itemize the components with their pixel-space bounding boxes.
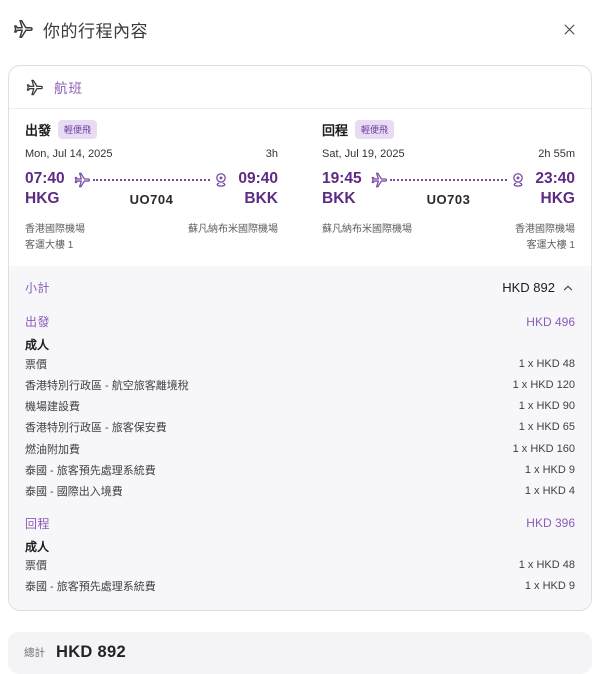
itinerary-header: 你的行程內容	[0, 0, 600, 42]
direction-label: 出發	[25, 123, 52, 138]
fee-value: 1 x HKD 9	[524, 463, 575, 476]
fee-value: 1 x HKD 9	[524, 580, 575, 593]
flight-date: Sat, Jul 19, 2025	[322, 148, 405, 160]
plane-icon	[370, 171, 388, 189]
fee-row: 香港特別行政區 - 旅客保安費 1 x HKD 65	[25, 417, 575, 438]
fee-label: 泰國 - 旅客預先處理系統費	[25, 581, 156, 594]
fee-label: 泰國 - 旅客預先處理系統費	[25, 464, 156, 477]
route-dotted-line	[92, 179, 211, 181]
flight-date: Mon, Jul 14, 2025	[25, 148, 113, 160]
subtotal-row[interactable]: 小計 HKD 892	[25, 277, 575, 300]
fee-label: 票價	[25, 358, 47, 371]
fee-row: 票價 1 x HKD 48	[25, 353, 575, 374]
fee-row: 機場建設費 1 x HKD 90	[25, 396, 575, 417]
passenger-type-label: 成人	[25, 338, 50, 353]
fee-row: 燃油附加費 1 x HKD 160	[25, 438, 575, 459]
arrival-airport: 香港國際機場 客運大樓 1	[515, 224, 575, 251]
route-dotted-line	[389, 179, 508, 181]
flight-duration: 3h	[265, 148, 278, 160]
section-label: 回程	[25, 516, 51, 531]
section-label: 出發	[25, 315, 51, 330]
departure-airport: 香港國際機場 客運大樓 1	[25, 224, 85, 251]
fare-badge: 輕便飛	[355, 120, 395, 139]
fee-label: 票價	[25, 560, 47, 573]
close-icon[interactable]	[556, 16, 582, 42]
arrival-time-code: 09:40 BKK	[238, 170, 278, 208]
fee-value: 1 x HKD 4	[524, 485, 575, 497]
fee-label: 香港特別行政區 - 旅客保安費	[25, 422, 167, 435]
fee-value: 1 x HKD 48	[518, 559, 575, 572]
total-value: HKD 892	[56, 643, 126, 662]
location-pin-icon	[212, 171, 230, 189]
fare-badge: 輕便飛	[58, 120, 98, 139]
fee-value: 1 x HKD 120	[512, 379, 575, 392]
plane-icon	[12, 18, 34, 40]
section-total: HKD 396	[526, 516, 575, 531]
chevron-up-icon[interactable]	[561, 281, 575, 295]
breakdown-section-outbound: 出發 HKD 496	[25, 313, 575, 330]
departure-airport: 蘇凡納布米國際機場	[322, 224, 412, 236]
fee-label: 泰國 - 國際出入境費	[25, 486, 123, 498]
plane-icon	[73, 171, 91, 189]
fee-label: 香港特別行政區 - 航空旅客離境稅	[25, 380, 189, 393]
fee-value: 1 x HKD 90	[518, 400, 575, 413]
total-label: 總計	[24, 647, 45, 660]
price-breakdown: 小計 HKD 892 出發 HKD 496 成人 票價 1 x HKD 48 香…	[9, 266, 591, 610]
passenger-type-label: 成人	[25, 539, 50, 554]
page-title: 你的行程內容	[43, 21, 148, 41]
fee-row: 泰國 - 國際出入境費 1 x HKD 4	[25, 480, 575, 501]
location-pin-icon	[509, 171, 527, 189]
flight-number: UO703	[426, 192, 471, 207]
flight-duration: 2h 55m	[538, 148, 575, 160]
arrival-time-code: 23:40 HKG	[535, 170, 575, 208]
flight-card: 航班 出發 輕便飛 Mon, Jul 14, 2025 3h 07:40 HKG	[8, 65, 592, 611]
direction-label: 回程	[322, 123, 349, 138]
departure-time-code: 19:45 BKK	[322, 170, 362, 208]
section-total: HKD 496	[526, 314, 575, 329]
plane-icon	[25, 78, 44, 97]
flight-leg-outbound: 出發 輕便飛 Mon, Jul 14, 2025 3h 07:40 HKG UO…	[25, 118, 278, 253]
fee-row: 泰國 - 旅客預先處理系統費 1 x HKD 9	[25, 459, 575, 480]
fee-row: 香港特別行政區 - 航空旅客離境稅 1 x HKD 120	[25, 374, 575, 395]
subtotal-value: HKD 892	[502, 280, 555, 296]
departure-time-code: 07:40 HKG	[25, 170, 65, 208]
flight-number: UO704	[129, 192, 174, 207]
fee-value: 1 x HKD 48	[518, 357, 575, 370]
flight-leg-return: 回程 輕便飛 Sat, Jul 19, 2025 2h 55m 19:45 BK…	[322, 118, 575, 253]
fee-value: 1 x HKD 65	[518, 421, 575, 434]
breakdown-section-return: 回程 HKD 396	[25, 515, 575, 532]
arrival-airport: 蘇凡納布米國際機場	[188, 224, 278, 236]
flight-section-header: 航班	[9, 66, 591, 109]
fee-value: 1 x HKD 160	[512, 442, 575, 455]
fee-row: 泰國 - 旅客預先處理系統費 1 x HKD 9	[25, 576, 575, 597]
fee-label: 燃油附加費	[25, 443, 80, 456]
fee-label: 機場建設費	[25, 401, 80, 414]
flight-section-title: 航班	[54, 81, 83, 96]
subtotal-label: 小計	[25, 281, 51, 296]
grand-total-bar: 總計 HKD 892	[8, 631, 592, 674]
